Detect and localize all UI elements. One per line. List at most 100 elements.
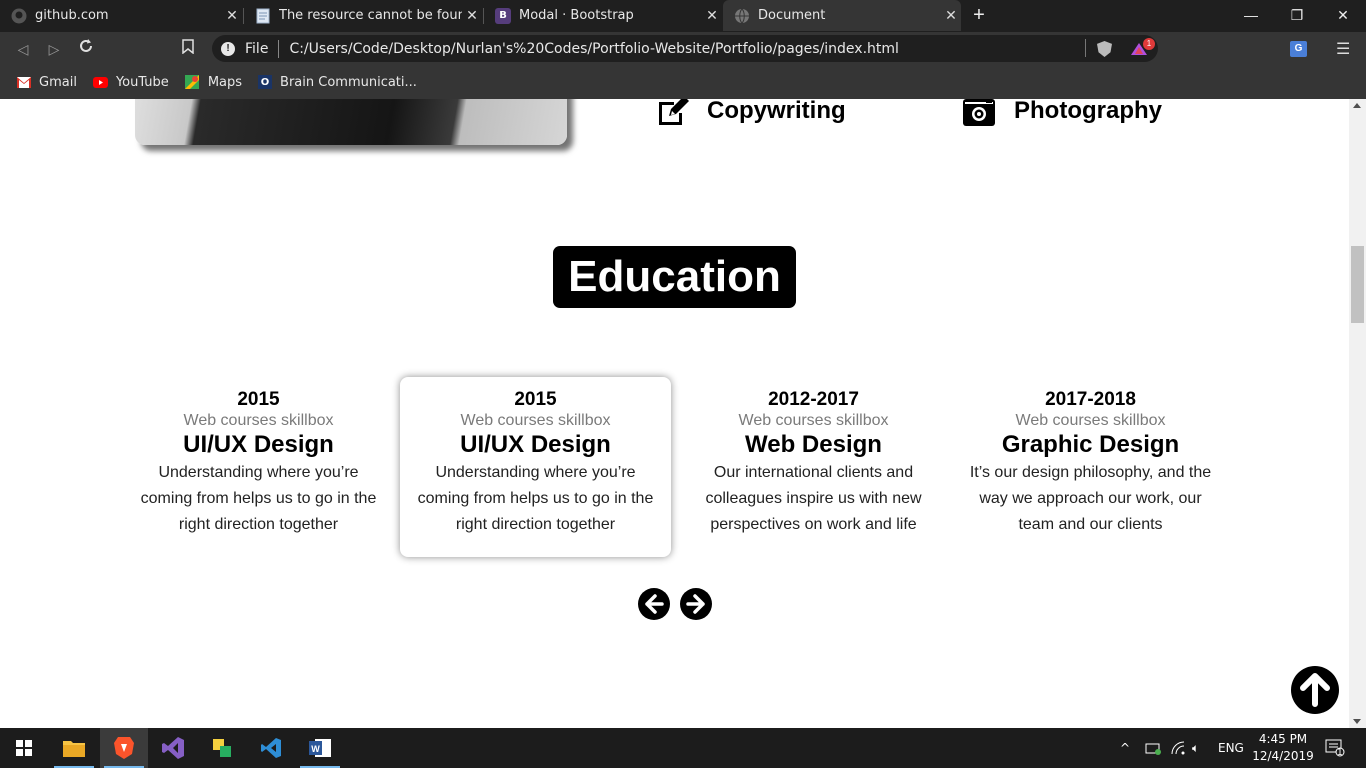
- notification-center-icon[interactable]: 1: [1325, 728, 1345, 768]
- reload-icon: [80, 39, 92, 52]
- volume-icon[interactable]: 🔈︎: [1192, 728, 1199, 768]
- forward-button[interactable]: ▷: [43, 38, 65, 60]
- close-icon[interactable]: ✕: [702, 8, 722, 24]
- bookmark-brain-communication[interactable]: O Brain Communicati...: [258, 75, 417, 90]
- svg-text:W: W: [311, 744, 320, 754]
- education-card[interactable]: 2012-2017 Web courses skillbox Web Desig…: [678, 377, 949, 557]
- close-icon[interactable]: ✕: [462, 8, 482, 24]
- network-icon[interactable]: [1145, 728, 1161, 768]
- tab-resource-not-found[interactable]: The resource cannot be found. ✕: [244, 0, 482, 31]
- tab-title: Document: [758, 8, 826, 23]
- close-icon[interactable]: ✕: [222, 8, 242, 24]
- bookmark-maps[interactable]: Maps: [185, 75, 242, 90]
- taskbar-word[interactable]: W: [296, 728, 344, 768]
- bookmark-icon: [182, 39, 194, 55]
- scrollbar-thumb[interactable]: [1351, 246, 1364, 323]
- tab-title: The resource cannot be found.: [279, 8, 462, 23]
- education-org: Web courses skillbox: [1015, 412, 1166, 429]
- education-description: Understanding where you’re coming from h…: [417, 464, 654, 533]
- bookmark-gmail[interactable]: Gmail: [16, 75, 77, 90]
- service-copywriting: Copywriting: [655, 99, 846, 127]
- restore-button[interactable]: ❐: [1274, 0, 1320, 30]
- arrow-right-icon: [686, 594, 705, 614]
- tab-document[interactable]: Document ✕: [723, 0, 961, 31]
- page-scrollbar[interactable]: [1349, 99, 1366, 728]
- folder-icon: [63, 741, 85, 757]
- back-to-top-button[interactable]: [1291, 666, 1339, 714]
- url-text[interactable]: C:/Users/Code/Desktop/Nurlan's%20Codes/P…: [289, 41, 899, 57]
- maps-icon: [185, 75, 200, 89]
- globe-icon: [734, 8, 750, 24]
- carousel-next-button[interactable]: [680, 588, 712, 620]
- education-card-active[interactable]: 2015 Web courses skillbox UI/UX Design U…: [400, 377, 671, 557]
- browser-toolbar: ◁ ▷ ! File C:/Users/Code/Desktop/Nurlan'…: [0, 32, 1366, 65]
- taskbar-visual-studio[interactable]: [149, 728, 197, 768]
- education-card[interactable]: 2015 Web courses skillbox UI/UX Design U…: [123, 377, 394, 557]
- url-scheme-label: File: [245, 40, 269, 57]
- back-button[interactable]: ◁: [12, 38, 34, 60]
- profile-photo: [135, 99, 567, 145]
- wifi-icon[interactable]: [1170, 728, 1186, 768]
- education-subject: Graphic Design: [1001, 431, 1180, 458]
- visual-studio-icon: [162, 737, 184, 759]
- tab-github[interactable]: github.com ✕: [0, 0, 242, 31]
- new-tab-button[interactable]: +: [968, 4, 990, 26]
- system-clock[interactable]: 4:45 PM 12/4/2019: [1248, 731, 1318, 765]
- close-window-button[interactable]: ✕: [1320, 0, 1366, 30]
- reload-button[interactable]: [75, 38, 97, 60]
- bookmark-youtube[interactable]: YouTube: [92, 74, 169, 90]
- education-year: 2015: [237, 389, 280, 410]
- taskbar-file-explorer[interactable]: [50, 728, 98, 768]
- bookmarks-bar: Gmail YouTube Maps O Brain Communicati..…: [0, 65, 1366, 99]
- tray-chevron-icon[interactable]: ^: [1120, 728, 1130, 768]
- language-indicator[interactable]: ENG: [1218, 728, 1244, 768]
- translate-icon[interactable]: G: [1290, 41, 1307, 57]
- omnibox-divider: [278, 39, 280, 58]
- app-icon: [213, 739, 231, 757]
- education-description: Understanding where you’re coming from h…: [140, 464, 377, 533]
- bookmark-label: Gmail: [39, 74, 77, 90]
- toolbar-divider: [1085, 39, 1086, 57]
- bookmark-label: Maps: [207, 74, 243, 90]
- tab-modal-bootstrap[interactable]: B Modal · Bootstrap ✕: [484, 0, 722, 31]
- taskbar-vscode[interactable]: [247, 728, 295, 768]
- start-button[interactable]: [0, 728, 48, 768]
- education-org: Web courses skillbox: [183, 412, 334, 429]
- browser-tab-bar: github.com ✕ The resource cannot be foun…: [0, 0, 1366, 32]
- edit-icon: [659, 99, 689, 125]
- youtube-icon: [92, 76, 108, 88]
- address-bar[interactable]: ! File C:/Users/Code/Desktop/Nurlan's%20…: [212, 35, 1158, 62]
- carousel-prev-button[interactable]: [638, 588, 670, 620]
- brain-icon: O: [258, 75, 273, 89]
- taskbar-brave-browser[interactable]: [100, 728, 148, 768]
- windows-taskbar: W ^ 🔈︎ ENG 4:45 PM 12/4/2019 1: [0, 728, 1366, 768]
- document-icon: [255, 8, 271, 24]
- camera-icon: [963, 99, 995, 126]
- browser-menu-icon[interactable]: ☰: [1336, 39, 1350, 58]
- bookmark-label: YouTube: [115, 74, 169, 90]
- service-label: Copywriting: [707, 99, 846, 124]
- tab-title: github.com: [35, 8, 109, 23]
- bookmark-button[interactable]: [177, 38, 199, 60]
- education-subject: Web Design: [745, 431, 882, 458]
- service-photography: Photography: [962, 99, 1162, 127]
- education-section-title: Education: [553, 246, 796, 308]
- taskbar-sticky-app[interactable]: [198, 728, 246, 768]
- github-icon: [11, 8, 27, 24]
- arrow-left-icon: [645, 594, 664, 614]
- minimize-button[interactable]: —: [1228, 0, 1274, 30]
- close-icon[interactable]: ✕: [941, 8, 961, 24]
- windows-icon: [16, 740, 32, 756]
- scroll-up-arrow[interactable]: [1353, 103, 1361, 108]
- clock-date: 12/4/2019: [1252, 749, 1314, 763]
- service-label: Photography: [1014, 99, 1162, 124]
- education-org: Web courses skillbox: [460, 412, 611, 429]
- vscode-icon: [261, 738, 281, 758]
- page-viewport: Copywriting Photography Education 2015 W…: [0, 99, 1349, 728]
- gmail-icon: [16, 76, 31, 88]
- education-card[interactable]: 2017-2018 Web courses skillbox Graphic D…: [955, 377, 1226, 557]
- clock-time: 4:45 PM: [1258, 732, 1308, 746]
- education-subject: UI/UX Design: [183, 431, 334, 458]
- info-icon[interactable]: !: [221, 41, 235, 56]
- scroll-down-arrow[interactable]: [1353, 719, 1361, 724]
